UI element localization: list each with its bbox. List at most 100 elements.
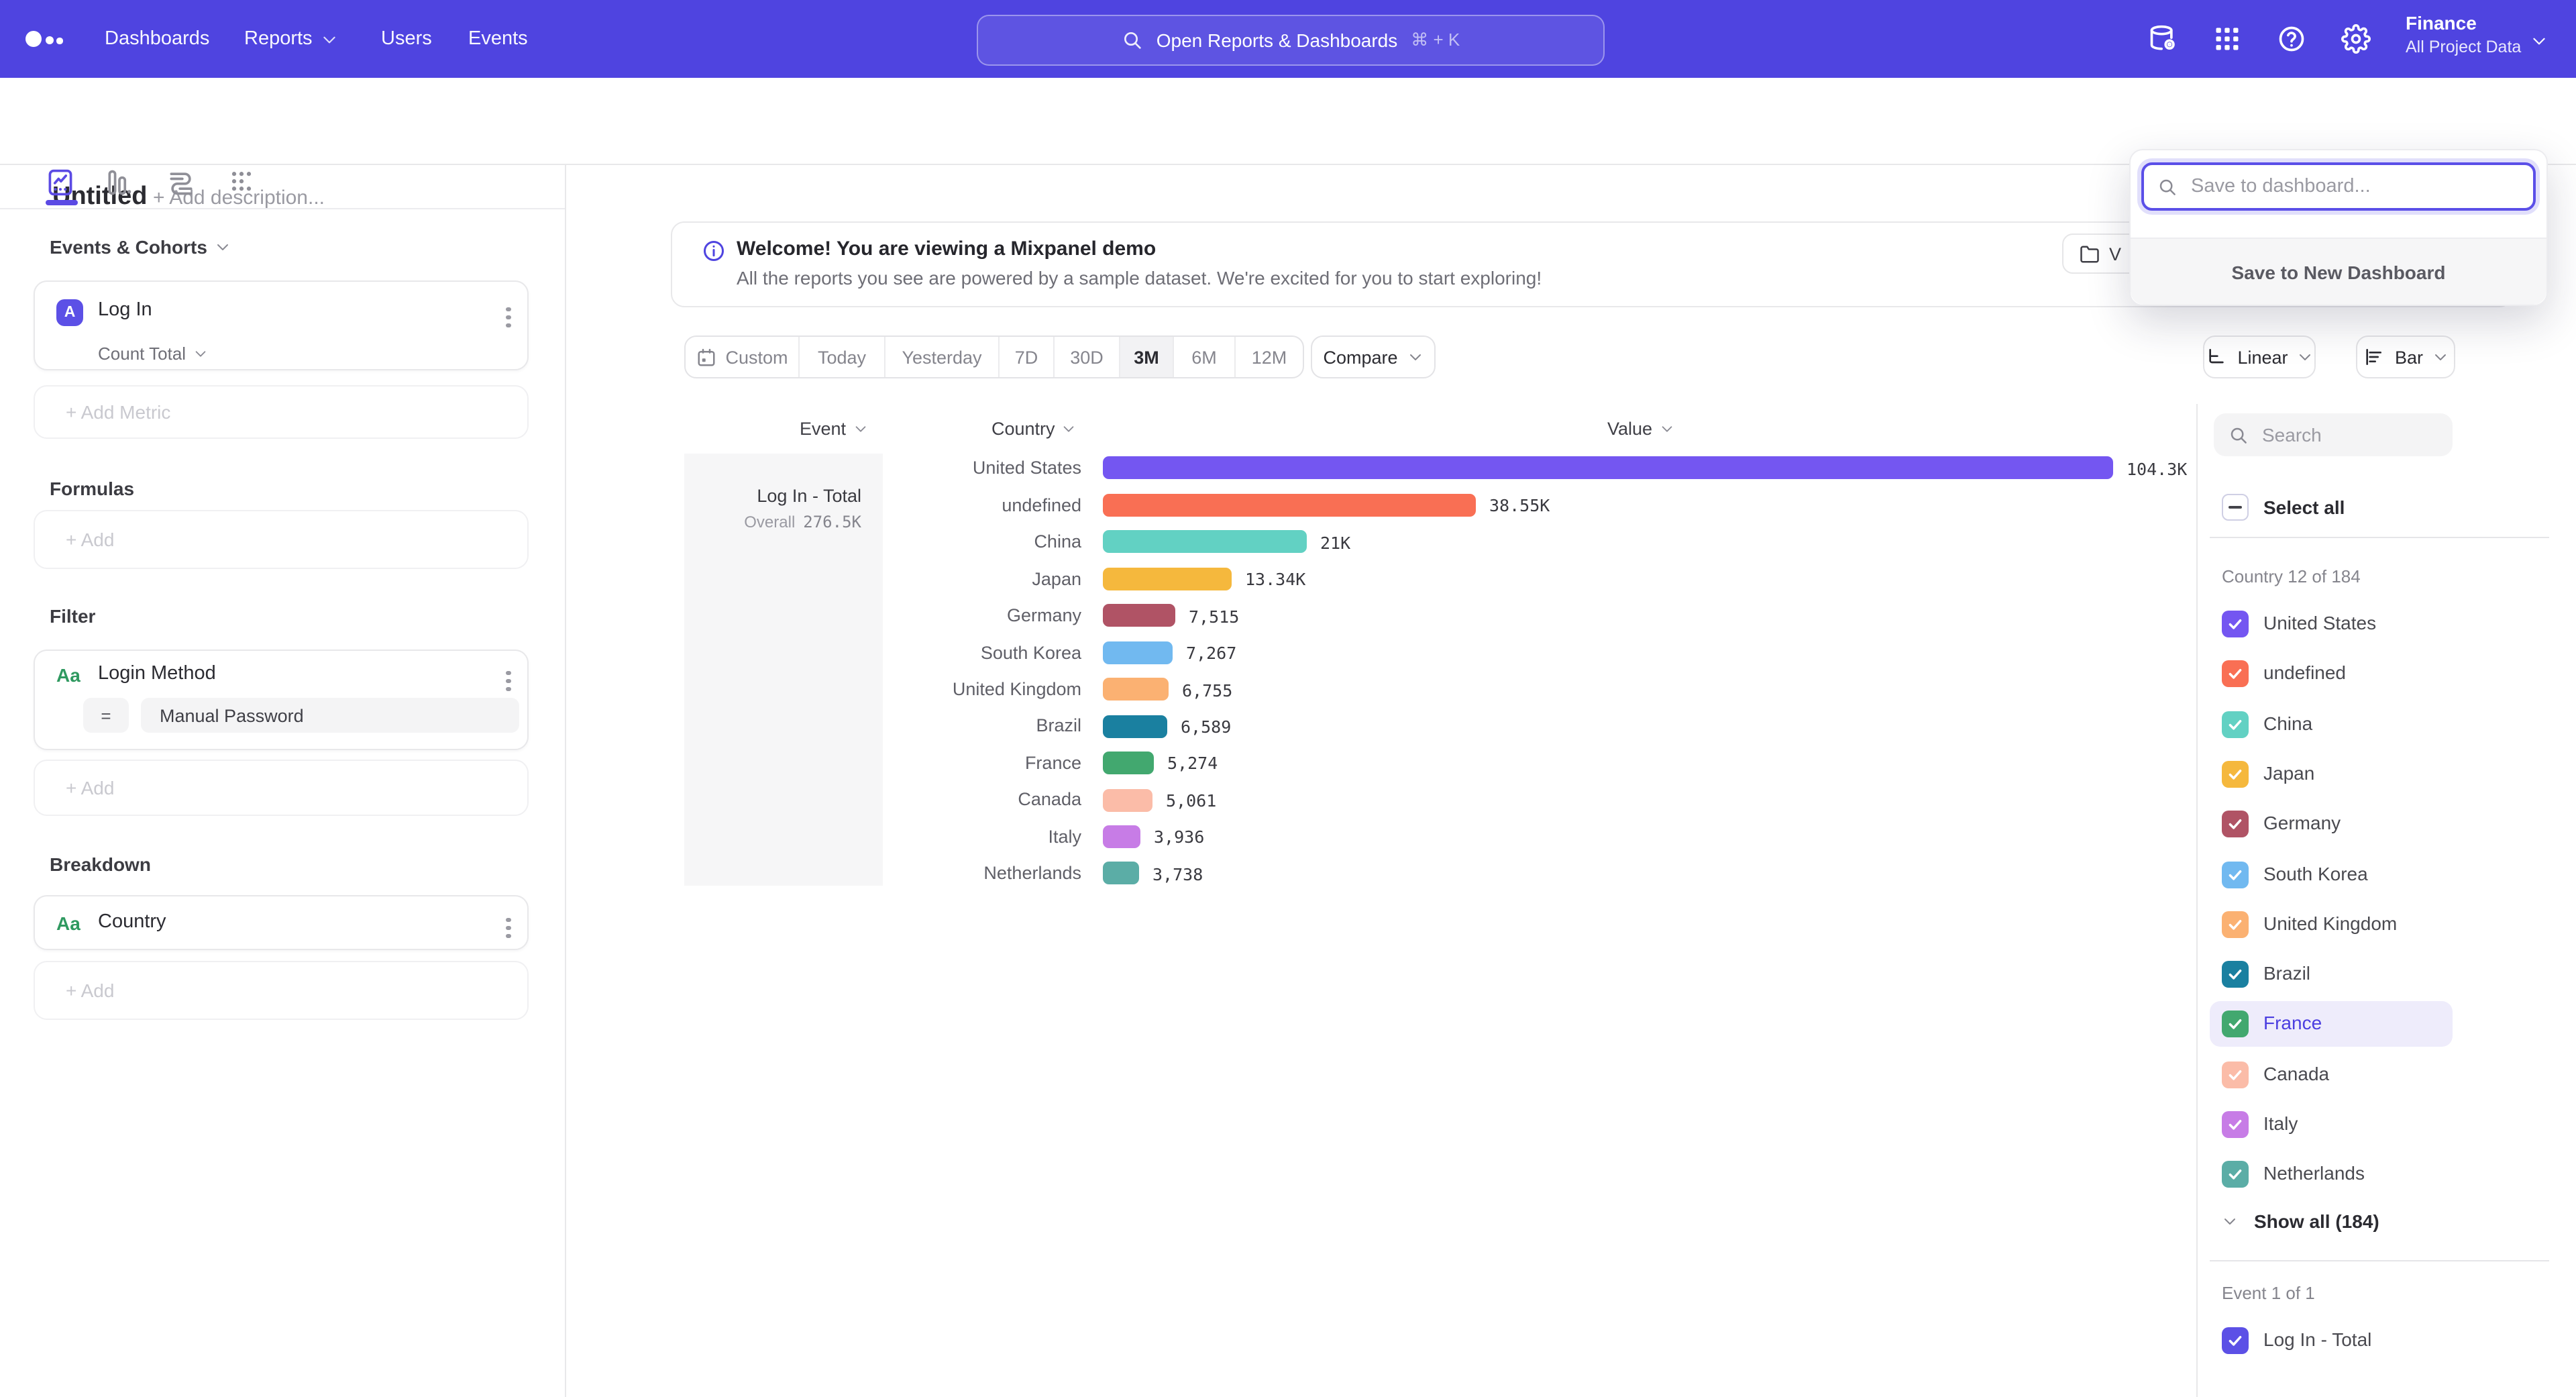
search-icon bbox=[2157, 176, 2178, 197]
legend-item-undefined[interactable]: undefined bbox=[2210, 652, 2453, 697]
bar-category-label: France bbox=[617, 753, 1081, 773]
bar-value-label: 5,061 bbox=[1166, 790, 1216, 811]
chart-row: United States104.3K bbox=[0, 450, 2196, 487]
legend-item-label: France bbox=[2263, 1013, 2322, 1034]
bar-category-label: South Korea bbox=[617, 642, 1081, 662]
value-scale-dropdown[interactable]: Linear bbox=[2203, 335, 2316, 378]
chart-row: Germany7,515 bbox=[0, 597, 2196, 634]
checkbox-checked[interactable] bbox=[2222, 711, 2249, 737]
legend-item-china[interactable]: China bbox=[2210, 701, 2453, 747]
checkbox-checked[interactable] bbox=[2222, 911, 2249, 938]
panel-divider bbox=[2210, 537, 2549, 538]
indeterminate-mark bbox=[2229, 506, 2242, 509]
show-all-toggle[interactable]: Show all (184) bbox=[2222, 1210, 2379, 1232]
legend-item-japan[interactable]: Japan bbox=[2210, 752, 2453, 797]
checkbox-checked[interactable] bbox=[2222, 1061, 2249, 1088]
chevron-down-icon bbox=[2222, 1213, 2238, 1229]
legend-item-canada[interactable]: Canada bbox=[2210, 1051, 2453, 1097]
legend-item-south-korea[interactable]: South Korea bbox=[2210, 851, 2453, 897]
panel-divider bbox=[2210, 1260, 2549, 1261]
legend-item-france[interactable]: France bbox=[2210, 1002, 2453, 1047]
checkbox-checked[interactable] bbox=[2222, 761, 2249, 788]
bar[interactable] bbox=[1103, 457, 2113, 480]
legend-item-united-kingdom[interactable]: United Kingdom bbox=[2210, 902, 2453, 947]
chart-row: Canada 5,061 bbox=[0, 782, 2196, 819]
checkbox-checked[interactable] bbox=[2222, 1327, 2249, 1354]
settings-gear-icon[interactable] bbox=[2341, 24, 2371, 54]
bar-category-label: undefined bbox=[617, 495, 1081, 515]
legend-item-label: Canada bbox=[2263, 1062, 2329, 1084]
save-to-new-dashboard-button[interactable]: Save to New Dashboard bbox=[2131, 238, 2546, 305]
chart-row: Italy3,936 bbox=[0, 819, 2196, 856]
bar-value-label: 3,936 bbox=[1154, 827, 1204, 847]
chart-row: South Korea 7,267 bbox=[0, 634, 2196, 671]
save-to-dashboard-popup: Save to New Dashboard bbox=[2129, 149, 2548, 306]
chart-row: United Kingdom 6,755 bbox=[0, 671, 2196, 708]
legend-item-brazil[interactable]: Brazil bbox=[2210, 951, 2453, 997]
bar[interactable] bbox=[1103, 531, 1307, 554]
chevron-down-icon bbox=[2298, 349, 2314, 365]
chart-type-dropdown[interactable]: Bar bbox=[2356, 335, 2455, 378]
chevron-down-icon bbox=[2432, 349, 2449, 365]
legend-search[interactable] bbox=[2214, 413, 2453, 456]
bar[interactable] bbox=[1103, 605, 1175, 627]
checkbox-checked[interactable] bbox=[2222, 1011, 2249, 1038]
select-all-label[interactable]: Select all bbox=[2263, 497, 2345, 518]
checkbox-checked[interactable] bbox=[2222, 1111, 2249, 1138]
apps-grid-icon[interactable] bbox=[2212, 24, 2242, 54]
legend-item-label: undefined bbox=[2263, 662, 2346, 684]
help-icon[interactable] bbox=[2277, 24, 2306, 54]
bar-category-label: China bbox=[617, 531, 1081, 552]
chart-row: China21K bbox=[0, 523, 2196, 560]
bar-value-label: 3,738 bbox=[1152, 864, 1203, 884]
legend-item-germany[interactable]: Germany bbox=[2210, 801, 2453, 847]
legend-item-log-in-total[interactable]: Log In - Total bbox=[2210, 1318, 2453, 1363]
chart-row: undefined38.55K bbox=[0, 487, 2196, 524]
legend-item-label: Netherlands bbox=[2263, 1163, 2365, 1184]
bar-value-label: 5,274 bbox=[1167, 754, 1218, 774]
bar-value-label: 7,267 bbox=[1186, 643, 1236, 663]
bar-value-label: 104.3K bbox=[2127, 459, 2187, 479]
legend-item-label: South Korea bbox=[2263, 862, 2368, 884]
bar[interactable] bbox=[1103, 788, 1152, 811]
bar-category-label: United Kingdom bbox=[617, 679, 1081, 699]
bar-value-label: 6,755 bbox=[1182, 680, 1232, 700]
chart-row: Netherlands3,738 bbox=[0, 856, 2196, 892]
legend-item-united-states[interactable]: United States bbox=[2210, 601, 2453, 647]
checkbox-checked[interactable] bbox=[2222, 961, 2249, 988]
bar[interactable] bbox=[1103, 641, 1173, 664]
event-group-header: Event 1 of 1 bbox=[2222, 1283, 2315, 1303]
checkbox-checked[interactable] bbox=[2222, 861, 2249, 888]
bar[interactable] bbox=[1103, 825, 1140, 848]
bar[interactable] bbox=[1103, 715, 1167, 737]
bar[interactable] bbox=[1103, 862, 1139, 885]
dashboard-search-field[interactable] bbox=[2141, 162, 2536, 211]
legend-item-label: Brazil bbox=[2263, 962, 2310, 984]
axis-icon bbox=[2205, 346, 2226, 368]
bar[interactable] bbox=[1103, 494, 1476, 517]
checkbox-checked[interactable] bbox=[2222, 661, 2249, 688]
legend-item-label: United States bbox=[2263, 612, 2376, 633]
project-name: Finance bbox=[2406, 12, 2553, 34]
bar-chart: United States104.3Kundefined38.55KChina2… bbox=[0, 0, 2196, 1397]
checkbox-checked[interactable] bbox=[2222, 811, 2249, 837]
select-all-checkbox[interactable] bbox=[2222, 494, 2249, 521]
dashboard-search-input[interactable] bbox=[2188, 174, 2533, 199]
chart-row: Japan13.34K bbox=[0, 560, 2196, 597]
legend-search-input[interactable] bbox=[2259, 423, 2426, 447]
project-chevron-icon[interactable] bbox=[2530, 32, 2548, 50]
bar-category-label: Germany bbox=[617, 605, 1081, 625]
bar[interactable] bbox=[1103, 568, 1232, 590]
checkbox-checked[interactable] bbox=[2222, 1161, 2249, 1188]
bar-chart-icon bbox=[2363, 346, 2384, 368]
right-panel-divider bbox=[2196, 404, 2198, 1397]
legend-item-netherlands[interactable]: Netherlands bbox=[2210, 1152, 2453, 1198]
legend-item-label: Germany bbox=[2263, 812, 2341, 833]
bar-category-label: Canada bbox=[617, 790, 1081, 810]
bar[interactable] bbox=[1103, 752, 1154, 774]
checkbox-checked[interactable] bbox=[2222, 611, 2249, 637]
legend-item-italy[interactable]: Italy bbox=[2210, 1102, 2453, 1147]
search-icon bbox=[2229, 425, 2249, 445]
legend-item-label: Italy bbox=[2263, 1113, 2298, 1134]
bar[interactable] bbox=[1103, 678, 1169, 701]
